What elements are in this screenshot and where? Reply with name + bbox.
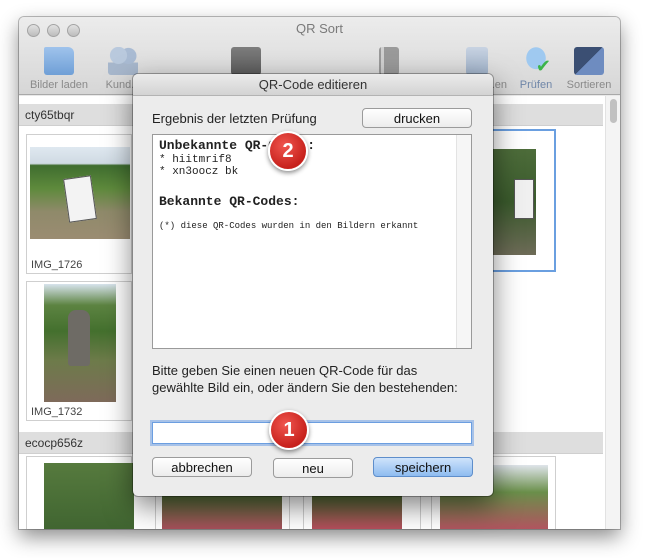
sort-arrow-icon bbox=[574, 47, 604, 75]
photo-thumbnail bbox=[44, 284, 116, 402]
image-card[interactable]: IMG_1732 bbox=[26, 281, 132, 421]
result-label: Ergebnis der letzten Prüfung bbox=[152, 111, 317, 126]
printer-qr-icon bbox=[231, 47, 261, 75]
toolbar-label: Bilder laden bbox=[29, 79, 89, 91]
window-title: QR Sort bbox=[296, 21, 343, 36]
image-caption: IMG_1732 bbox=[31, 406, 83, 418]
toolbar-label: Sortieren bbox=[566, 79, 612, 91]
annotation-badge-2: 2 bbox=[268, 131, 308, 171]
annotation-badge-1: 1 bbox=[269, 410, 309, 450]
toolbar-check-button[interactable]: ✔ Prüfen bbox=[512, 47, 560, 93]
toolbar-sort-button[interactable]: Sortieren bbox=[562, 47, 616, 93]
trash-icon bbox=[379, 47, 399, 75]
new-button[interactable]: neu bbox=[273, 458, 353, 478]
users-icon bbox=[108, 47, 138, 75]
edit-qr-dialog: QR-Code editieren Ergebnis der letzten P… bbox=[133, 74, 493, 496]
save-button[interactable]: speichern bbox=[373, 457, 473, 477]
unknown-code-item: * hiitmrif8 bbox=[159, 154, 232, 166]
vertical-scrollbar[interactable] bbox=[605, 96, 620, 529]
photo-thumbnail bbox=[162, 493, 282, 529]
result-text-view[interactable]: Unbekannte QR-Codes: * hiitmrif8 * xn3oo… bbox=[152, 134, 472, 349]
export-icon bbox=[466, 47, 488, 75]
image-caption: IMG_1726 bbox=[31, 259, 83, 271]
print-button[interactable]: drucken bbox=[362, 108, 472, 128]
photo-thumbnail bbox=[44, 463, 134, 529]
image-card[interactable]: IMG_1726 bbox=[26, 134, 132, 274]
photo-thumbnail bbox=[312, 493, 402, 529]
cancel-button[interactable]: abbrechen bbox=[152, 457, 252, 477]
toolbar-label: Prüfen bbox=[519, 79, 553, 91]
image-card[interactable] bbox=[26, 456, 134, 529]
footnote-text: (*) diese QR-Codes wurden in den Bildern… bbox=[159, 221, 419, 231]
dialog-title: QR-Code editieren bbox=[133, 74, 493, 96]
folder-icon bbox=[44, 47, 74, 75]
photo-thumbnail bbox=[30, 147, 130, 239]
cloud-check-icon: ✔ bbox=[521, 47, 551, 75]
prompt-text: Bitte geben Sie einen neuen QR-Code für … bbox=[152, 363, 458, 395]
text-view-scrollbar[interactable] bbox=[456, 135, 471, 348]
scroll-thumb[interactable] bbox=[610, 99, 617, 123]
known-codes-heading: Bekannte QR-Codes: bbox=[159, 194, 300, 209]
qr-code-input[interactable] bbox=[152, 422, 472, 444]
unknown-code-item: * xn3oocz bk bbox=[159, 166, 239, 178]
toolbar-load-images-button[interactable]: Bilder laden bbox=[27, 47, 91, 93]
